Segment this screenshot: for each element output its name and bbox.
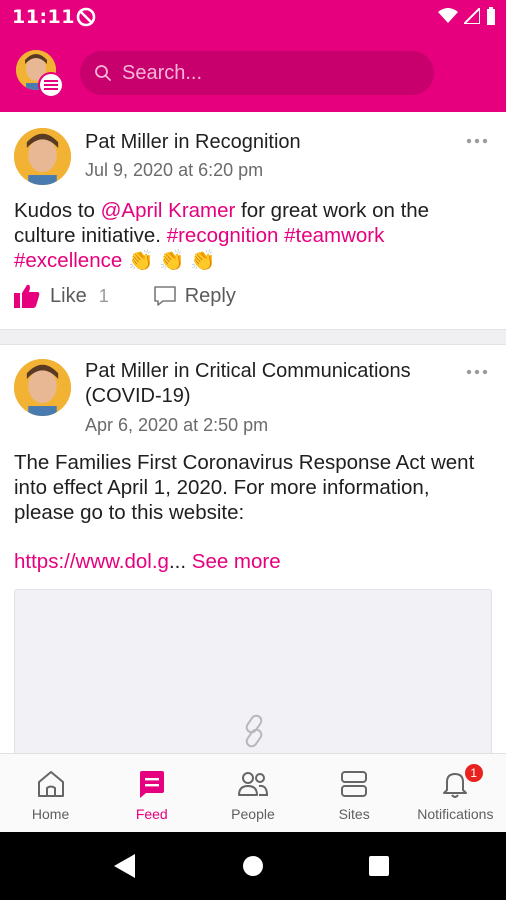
nav-label: Home <box>31 806 70 822</box>
wifi-icon <box>438 8 458 23</box>
status-bar: 11:11 <box>0 0 506 34</box>
bottom-nav: Home Feed People Sites 1 Notifications <box>0 753 506 832</box>
cellular-icon <box>464 8 480 24</box>
see-more-link[interactable]: See more <box>192 550 281 573</box>
search-icon <box>95 65 111 81</box>
nav-feed[interactable]: Feed <box>101 754 202 833</box>
post-card: Pat Miller in Critical Communications (C… <box>0 344 506 753</box>
notification-count-badge: 1 <box>462 762 485 784</box>
nav-people[interactable]: People <box>202 754 303 833</box>
app-notification-icon <box>76 7 96 27</box>
like-count[interactable]: 1 <box>99 286 109 307</box>
battery-icon <box>487 7 495 25</box>
nav-label: People <box>231 806 275 822</box>
sites-icon <box>341 771 368 797</box>
link-preview-card[interactable] <box>14 589 492 753</box>
clap-emojis: 👏 👏 👏 <box>127 249 216 272</box>
post-date: Apr 6, 2020 at 2:50 pm <box>85 415 269 435</box>
comment-icon <box>153 286 176 306</box>
system-nav-bar <box>0 832 506 900</box>
post-card: Pat Miller in Recognition Jul 9, 2020 at… <box>0 112 506 330</box>
back-icon[interactable] <box>114 854 136 878</box>
more-options-icon[interactable] <box>466 369 488 375</box>
post-author[interactable]: Pat Miller in Critical Communications (C… <box>85 359 445 409</box>
post-actions: Like 1 Reply <box>14 284 236 308</box>
nav-label: Feed <box>135 806 168 822</box>
recents-icon[interactable] <box>369 856 389 876</box>
nav-label: Sites <box>338 806 370 822</box>
author-avatar[interactable] <box>14 359 71 416</box>
hashtag-link[interactable]: #recognition <box>167 224 279 247</box>
thumbs-up-icon <box>14 284 40 308</box>
home-icon <box>37 771 64 797</box>
post-body: The Families First Coronavirus Response … <box>14 451 475 524</box>
link-icon <box>245 714 263 748</box>
post-author[interactable]: Pat Miller in Recognition <box>85 130 445 155</box>
post-link-line: https://www.dol.g... See more <box>14 549 492 574</box>
status-icons <box>438 7 496 25</box>
body-text: Kudos to <box>14 199 101 222</box>
hamburger-menu-icon[interactable] <box>38 72 64 98</box>
nav-sites[interactable]: Sites <box>304 754 405 833</box>
nav-notifications[interactable]: 1 Notifications <box>405 754 506 833</box>
like-button[interactable]: Like 1 <box>14 284 109 308</box>
app-bar: Search... <box>0 34 506 112</box>
reply-button[interactable]: Reply <box>153 285 236 308</box>
reply-label: Reply <box>184 284 236 307</box>
feed-icon <box>139 771 164 798</box>
author-avatar[interactable] <box>14 128 71 185</box>
hashtag-link[interactable]: #excellence <box>14 249 122 272</box>
people-icon <box>237 772 268 796</box>
post-link[interactable]: https://www.dol.g <box>14 550 169 573</box>
post-body: Kudos to @April Kramer for great work on… <box>14 198 492 273</box>
search-input[interactable]: Search... <box>80 51 434 95</box>
mention-link[interactable]: @April Kramer <box>101 199 236 222</box>
like-label: Like <box>50 284 87 307</box>
hashtag-link[interactable]: #teamwork <box>284 224 384 247</box>
ellipsis: ... <box>168 550 187 573</box>
nav-home[interactable]: Home <box>0 754 101 833</box>
more-options-icon[interactable] <box>466 138 488 144</box>
nav-label: Notifications <box>417 806 494 822</box>
post-date: Jul 9, 2020 at 6:20 pm <box>85 160 264 180</box>
home-circle-icon[interactable] <box>242 855 264 877</box>
feed-list[interactable]: Pat Miller in Recognition Jul 9, 2020 at… <box>0 112 506 753</box>
status-time: 11:11 <box>12 6 75 28</box>
search-placeholder: Search... <box>122 61 203 84</box>
